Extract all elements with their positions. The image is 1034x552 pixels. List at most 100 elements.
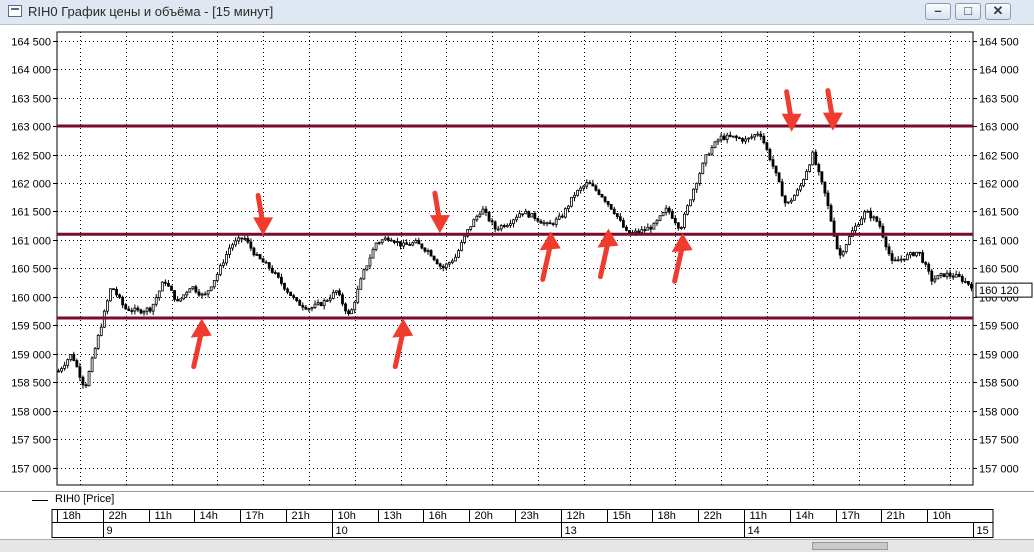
time-axis[interactable]: 18h 22h 11h 14h 17h 21h 10h 13h 16h 20h 23h 12h 15h 1… [0, 509, 1034, 539]
candle-body [444, 263, 448, 269]
candle-body [905, 254, 909, 261]
horizontal-scrollbar[interactable] [0, 539, 1034, 552]
candle-body [194, 286, 198, 293]
candle-body [319, 302, 323, 307]
candle-body [105, 300, 109, 312]
date-label: 15 [977, 525, 989, 537]
candle-body [789, 199, 793, 203]
legend: RIH0 [Price] [0, 491, 1034, 510]
candle-body [435, 259, 439, 265]
candle-body [893, 259, 897, 262]
time-label: 22h [109, 510, 127, 522]
candle-body [157, 290, 161, 299]
time-label: 13h [384, 510, 402, 522]
y-tick-label-left: 157 000 [11, 464, 51, 476]
candle-body [405, 242, 409, 245]
candle-body [731, 135, 735, 138]
candle-body [75, 360, 79, 368]
candle-body [967, 280, 970, 285]
price-chart-panel[interactable]: 164 500 164 500 164 000 164 000 163 500 163 5… [0, 25, 1034, 491]
maximize-button[interactable]: □ [955, 3, 981, 20]
window-title: RIH0 График цены и объёма - [15 минут] [28, 4, 274, 19]
candle-body [686, 205, 689, 215]
candle-body [872, 216, 876, 219]
candle-body [249, 241, 253, 249]
candle-body [716, 139, 720, 143]
candle-body [744, 138, 747, 142]
price-chart[interactable]: 164 500 164 500 164 000 164 000 163 500 163 5… [0, 25, 1034, 491]
candle-body [603, 196, 607, 202]
minimize-button[interactable]: – [925, 3, 951, 20]
candle-body [240, 237, 244, 240]
candle-body [182, 294, 186, 300]
candle-body [130, 310, 134, 312]
candle-body [753, 134, 757, 138]
candle-body [441, 265, 445, 269]
candle-body [869, 210, 873, 219]
candle-body [664, 207, 668, 213]
time-label: 16h [429, 510, 447, 522]
candle-body [380, 239, 384, 243]
candle-body [710, 147, 714, 155]
candle-body [218, 265, 222, 275]
candle-body [225, 254, 228, 264]
y-tick-label-left: 163 000 [11, 122, 51, 134]
time-label: 12h [567, 510, 585, 522]
time-label: 23h [521, 510, 539, 522]
y-tick-label-left: 160 000 [11, 293, 51, 305]
candle-body [386, 237, 390, 241]
candle-body [649, 226, 653, 230]
candle-body [860, 218, 863, 226]
candle-body [597, 189, 601, 195]
candle-body [347, 310, 350, 315]
time-label: 17h [842, 510, 860, 522]
time-label: 15h [613, 510, 631, 522]
candle-body [432, 255, 436, 261]
time-label: 14h [200, 510, 218, 522]
candle-body [808, 164, 812, 172]
candle-body [820, 171, 824, 183]
candle-body [185, 291, 189, 296]
close-button[interactable]: ✕ [985, 3, 1011, 20]
candle-body [368, 257, 372, 267]
candle-body [438, 263, 442, 267]
date-label: 10 [336, 525, 348, 537]
candle-body [637, 230, 641, 234]
title-bar[interactable]: RIH0 График цены и объёма - [15 минут] –… [0, 0, 1034, 25]
candle-body [188, 288, 192, 293]
candle-body [698, 173, 702, 184]
candle-body [524, 210, 528, 215]
candle-body [954, 274, 958, 278]
candle-body [383, 237, 387, 241]
time-label: 18h [63, 510, 81, 522]
candle-body [325, 299, 329, 302]
candle-body [362, 269, 366, 280]
candle-body [539, 220, 543, 224]
candle-body [683, 213, 686, 228]
scrollbar-thumb[interactable] [812, 542, 888, 550]
y-tick-label-right: 164 500 [979, 37, 1019, 49]
candle-body [951, 275, 955, 278]
candle-body [621, 219, 625, 228]
candle-body [609, 204, 613, 210]
candle-body [768, 149, 772, 161]
candle-body [414, 240, 418, 244]
candle-body [835, 235, 839, 250]
candle-body [270, 267, 274, 273]
y-tick-label-right: 161 000 [979, 236, 1019, 248]
candle-body [826, 192, 830, 206]
candle-body [133, 307, 137, 312]
candle-body [389, 239, 393, 242]
candle-body [902, 258, 906, 261]
candle-body [805, 171, 808, 180]
candle-body [554, 218, 558, 225]
candle-body [918, 251, 921, 254]
candle-body [454, 256, 457, 262]
candle-body [521, 213, 525, 216]
candle-body [750, 136, 754, 139]
y-tick-label-right: 157 000 [979, 464, 1019, 476]
candle-body [844, 244, 848, 253]
candle-body [200, 293, 204, 296]
candle-body [792, 194, 796, 201]
candle-body [112, 288, 115, 291]
